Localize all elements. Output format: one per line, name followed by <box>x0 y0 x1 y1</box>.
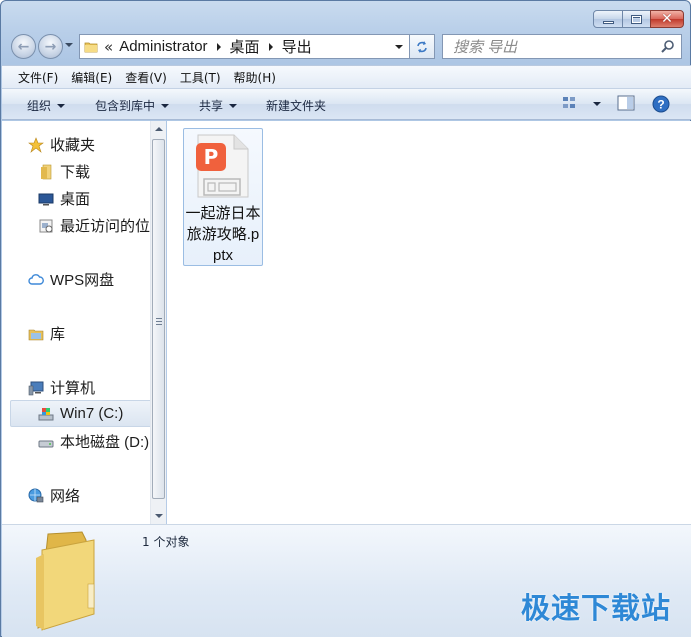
menu-tools[interactable]: 工具(T) <box>180 69 221 86</box>
minimize-icon <box>602 20 614 24</box>
grip-icon <box>156 318 162 325</box>
include-in-library-label: 包含到库中 <box>95 99 156 113</box>
nav-drive-c-label: Win7 (C:) <box>60 405 124 422</box>
system-drive-icon <box>38 407 54 420</box>
forward-button[interactable]: → <box>38 34 63 59</box>
library-icon <box>28 329 44 340</box>
nav-network[interactable]: 网络 <box>28 485 80 506</box>
address-overflow[interactable]: « <box>104 38 113 56</box>
cloud-icon <box>28 273 44 285</box>
nav-computer[interactable]: 计算机 <box>28 377 95 398</box>
minimize-button[interactable] <box>593 10 623 28</box>
address-bar[interactable]: « Administrator 桌面 导出 <box>79 34 410 59</box>
menu-file[interactable]: 文件(F) <box>18 69 58 86</box>
folder-icon <box>84 42 98 52</box>
nav-computer-label: 计算机 <box>50 380 96 397</box>
search-input[interactable]: 搜索 导出 <box>453 36 517 57</box>
scrollbar-thumb[interactable] <box>152 139 165 499</box>
nav-libraries[interactable]: 库 <box>28 323 65 344</box>
refresh-button[interactable] <box>410 34 435 59</box>
menu-bar: 文件(F) 编辑(E) 查看(V) 工具(T) 帮助(H) <box>2 65 691 89</box>
chevron-down-icon <box>229 103 238 108</box>
nav-desktop[interactable]: 桌面 <box>38 188 90 209</box>
navigation-pane: 收藏夹 下载 桌面 最近访问的位置 WPS网盘 库 <box>2 121 166 524</box>
nav-downloads[interactable]: 下载 <box>38 161 90 182</box>
menu-help[interactable]: 帮助(H) <box>234 69 276 86</box>
nav-libraries-label: 库 <box>50 326 66 343</box>
folder-icon <box>36 531 95 631</box>
scroll-down-icon[interactable] <box>155 514 163 518</box>
nav-favorites-label: 收藏夹 <box>50 137 96 154</box>
computer-icon <box>28 381 44 395</box>
explorer-window: ✕ ← → « Administrator 桌面 导出 搜索 导出 文件(F) … <box>0 0 691 637</box>
command-bar: 组织 包含到库中 共享 新建文件夹 ? <box>2 89 691 120</box>
maximize-button[interactable] <box>622 10 651 28</box>
navigation-scrollbar[interactable] <box>150 121 166 524</box>
network-icon <box>28 488 44 502</box>
folder-icon <box>41 164 52 179</box>
file-item[interactable]: P 一起游日本旅游攻略.pptx <box>183 128 263 266</box>
nav-recent-places[interactable]: 最近访问的位置 <box>38 215 150 236</box>
include-in-library-button[interactable]: 包含到库中 <box>95 97 170 114</box>
hard-drive-icon <box>38 440 54 447</box>
nav-drive-c[interactable]: Win7 (C:) <box>10 400 150 427</box>
new-folder-label: 新建文件夹 <box>266 99 327 113</box>
preview-pane-icon[interactable] <box>617 95 635 111</box>
recent-places-icon <box>39 219 53 232</box>
search-icon[interactable] <box>660 39 676 55</box>
caption-buttons: ✕ <box>593 10 684 28</box>
nav-desktop-label: 桌面 <box>60 191 91 208</box>
desktop-icon <box>38 193 54 205</box>
nav-drive-d-label: 本地磁盘 (D:) <box>60 434 150 451</box>
arrow-right-icon: → <box>44 38 57 55</box>
svg-text:P: P <box>204 145 219 169</box>
address-dropdown-icon[interactable] <box>395 45 403 49</box>
close-icon: ✕ <box>661 11 673 27</box>
share-button[interactable]: 共享 <box>199 97 238 114</box>
organize-label: 组织 <box>27 99 52 113</box>
close-button[interactable]: ✕ <box>650 10 684 28</box>
chevron-down-icon <box>57 103 66 108</box>
search-box[interactable]: 搜索 导出 <box>442 34 682 59</box>
details-pane: 1 个对象 极速下载站 <box>2 524 691 637</box>
arrow-left-icon: ← <box>17 38 30 55</box>
new-folder-button[interactable]: 新建文件夹 <box>266 97 326 114</box>
chevron-down-icon <box>161 103 170 108</box>
organize-button[interactable]: 组织 <box>27 97 66 114</box>
item-count: 1 个对象 <box>142 535 190 549</box>
recent-pages-dropdown[interactable] <box>65 43 73 47</box>
nav-recent-places-label: 最近访问的位置 <box>60 218 150 235</box>
view-options-icon[interactable] <box>562 95 578 111</box>
help-icon[interactable]: ? <box>652 95 670 113</box>
nav-wps-cloud[interactable]: WPS网盘 <box>28 269 114 290</box>
nav-drive-d[interactable]: 本地磁盘 (D:) <box>38 431 149 452</box>
watermark-logo: 极速下载站 <box>520 591 671 625</box>
view-dropdown[interactable] <box>587 102 601 106</box>
breadcrumb-separator-icon[interactable] <box>268 42 273 51</box>
navigation-tree: 收藏夹 下载 桌面 最近访问的位置 WPS网盘 库 <box>2 121 150 524</box>
star-icon <box>28 136 44 153</box>
breadcrumb-separator-icon[interactable] <box>216 42 221 51</box>
breadcrumb-desktop[interactable]: 桌面 <box>230 36 260 57</box>
nav-network-label: 网络 <box>50 488 81 505</box>
svg-text:?: ? <box>657 98 664 112</box>
chevron-down-icon <box>593 102 601 106</box>
scroll-up-icon[interactable] <box>155 127 163 131</box>
share-label: 共享 <box>199 99 224 113</box>
back-button[interactable]: ← <box>11 34 36 59</box>
maximize-icon <box>631 14 642 24</box>
file-name: 一起游日本旅游攻略.pptx <box>185 205 261 264</box>
file-list[interactable]: P 一起游日本旅游攻略.pptx <box>167 121 691 524</box>
nav-favorites[interactable]: 收藏夹 <box>28 134 95 155</box>
nav-wps-cloud-label: WPS网盘 <box>50 272 115 289</box>
nav-downloads-label: 下载 <box>60 164 91 181</box>
breadcrumb-export[interactable]: 导出 <box>282 36 312 57</box>
wps-presentation-icon: P <box>196 134 249 198</box>
menu-edit[interactable]: 编辑(E) <box>71 69 112 86</box>
refresh-icon <box>417 40 427 53</box>
menu-view[interactable]: 查看(V) <box>125 69 167 86</box>
breadcrumb-administrator[interactable]: Administrator <box>119 38 207 55</box>
